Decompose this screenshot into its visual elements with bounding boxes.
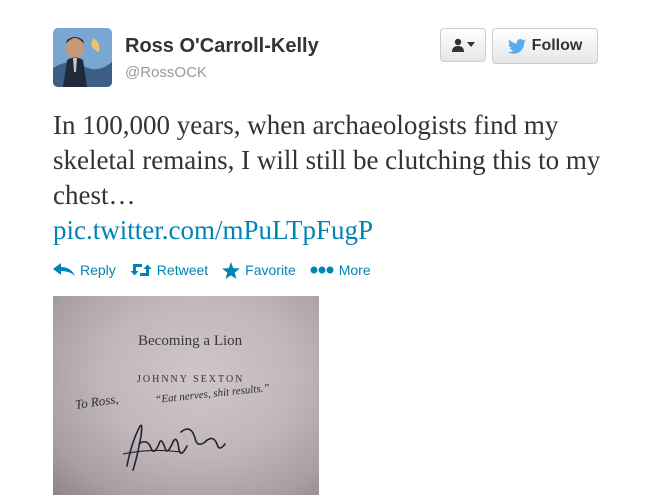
retweet-icon	[130, 264, 152, 276]
tweet-actions: Reply Retweet Favorite More	[53, 260, 371, 280]
author-handle[interactable]: @RossOCK	[125, 64, 207, 81]
star-icon	[222, 261, 241, 279]
inscription-line-1: To Ross,	[74, 391, 120, 412]
reply-action[interactable]: Reply	[53, 262, 116, 278]
tweet-photo[interactable]: Becoming a Lion JOHNNY SEXTON To Ross, “…	[53, 296, 319, 495]
caret-down-icon	[467, 42, 475, 47]
retweet-label: Retweet	[156, 262, 209, 278]
book-title: Becoming a Lion	[138, 333, 243, 349]
more-label: More	[338, 262, 371, 278]
follow-button[interactable]: Follow	[492, 28, 598, 64]
follow-label: Follow	[531, 37, 583, 54]
retweet-action[interactable]: Retweet	[130, 262, 208, 278]
avatar[interactable]	[53, 28, 112, 87]
tweet-text: In 100,000 years, when archaeologists fi…	[53, 108, 613, 248]
more-action[interactable]: More	[310, 262, 371, 278]
twitter-bird-icon	[507, 38, 526, 54]
favorite-action[interactable]: Favorite	[222, 261, 296, 279]
tweet-body: In 100,000 years, when archaeologists fi…	[53, 110, 601, 210]
author-name[interactable]: Ross O'Carroll-Kelly	[125, 35, 319, 58]
reply-icon	[53, 263, 75, 276]
signature-drawing	[122, 424, 226, 471]
avatar-image	[53, 28, 112, 87]
inscription-line-2: “Eat nerves, shit results.”	[154, 382, 271, 406]
person-icon	[452, 38, 464, 52]
reply-label: Reply	[80, 262, 116, 278]
book-author: JOHNNY SEXTON	[137, 374, 245, 385]
user-actions-button[interactable]	[440, 28, 486, 62]
tweet-pic-link[interactable]: pic.twitter.com/mPuLTpFugP	[53, 215, 373, 245]
favorite-label: Favorite	[245, 262, 296, 278]
more-dots-icon	[310, 266, 334, 274]
